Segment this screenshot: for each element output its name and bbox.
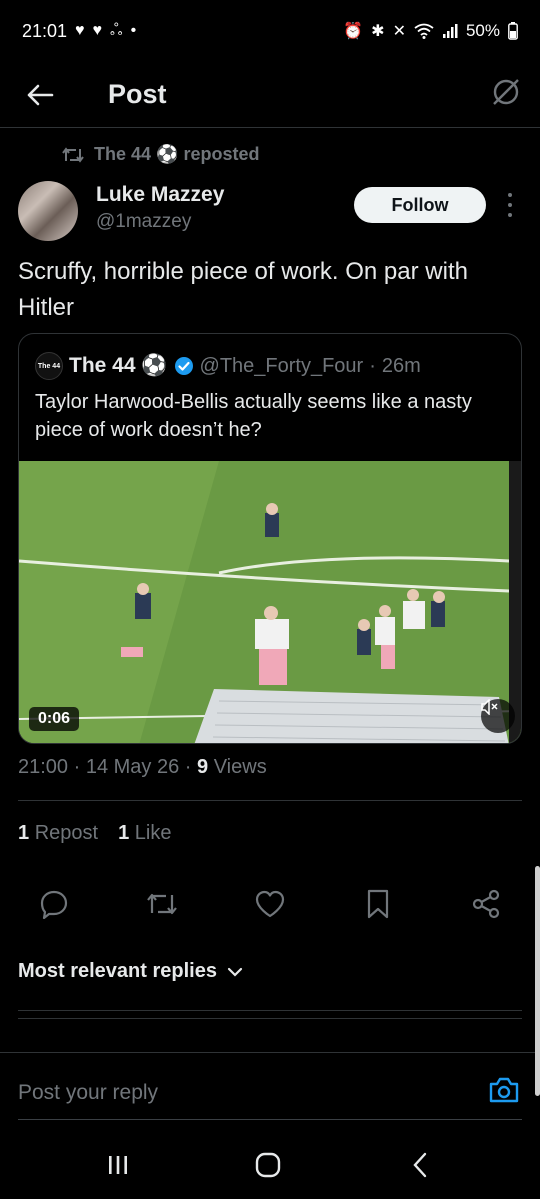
video-frame bbox=[19, 461, 521, 743]
more-dot-icon bbox=[508, 193, 512, 197]
reply-sort-dropdown[interactable]: Most relevant replies bbox=[18, 960, 243, 983]
reply-preview bbox=[18, 1036, 118, 1050]
page-title: Post bbox=[108, 79, 167, 109]
separator-dot: · bbox=[369, 354, 376, 377]
recent-apps-icon bbox=[109, 1156, 127, 1174]
retweet-icon bbox=[62, 146, 84, 163]
wifi-icon bbox=[414, 23, 434, 39]
post-meta: 21:00 · 14 May 26 · 9 Views bbox=[18, 756, 267, 779]
divider bbox=[18, 800, 522, 801]
chevron-down-icon bbox=[227, 967, 243, 977]
quoted-post[interactable]: The 44 The 44 ⚽ @The_Forty_Four · 26m Ta… bbox=[18, 333, 522, 744]
dot-icon: • bbox=[130, 22, 137, 39]
quoted-author-name: The 44 ⚽ bbox=[69, 354, 168, 377]
bookmark-icon bbox=[367, 889, 389, 919]
views-label: Views bbox=[213, 756, 267, 778]
back-nav-button[interactable] bbox=[400, 1148, 440, 1182]
reply-input[interactable] bbox=[18, 1073, 458, 1113]
post-header: Post bbox=[0, 62, 540, 128]
divider bbox=[18, 1010, 522, 1011]
mute-icon bbox=[481, 699, 498, 715]
battery-icon bbox=[508, 22, 518, 40]
battery-percent: 50% bbox=[465, 21, 500, 40]
reply-sort-label: Most relevant replies bbox=[18, 960, 217, 982]
reply-icon bbox=[40, 890, 68, 919]
like-icon bbox=[255, 890, 285, 918]
alarm-icon: ⏰ bbox=[343, 23, 364, 40]
arrow-left-icon bbox=[27, 84, 54, 105]
grok-icon bbox=[493, 79, 519, 105]
mute-status-icon: ✕ bbox=[392, 23, 406, 40]
separator-dot: · bbox=[73, 756, 86, 778]
author-name: Luke Mazzey bbox=[96, 183, 225, 206]
avatar[interactable] bbox=[18, 181, 78, 241]
quoted-post-text: Taylor Harwood-Bellis actually seems lik… bbox=[35, 391, 472, 441]
app-notification-icon: ஃ bbox=[110, 22, 123, 39]
reply-composer bbox=[0, 1052, 540, 1132]
reposts-count: 1 bbox=[18, 822, 30, 844]
post-time: 21:00 bbox=[18, 756, 69, 778]
post-date: 14 May 26 bbox=[85, 756, 180, 778]
bluetooth-icon: ✱ bbox=[371, 23, 385, 40]
separator-dot: · bbox=[184, 756, 198, 778]
heart-notification-icon: ♥ bbox=[75, 22, 85, 39]
camera-button[interactable] bbox=[488, 1076, 520, 1109]
action-bar bbox=[0, 878, 540, 930]
share-icon bbox=[472, 889, 500, 919]
grok-button[interactable] bbox=[490, 76, 522, 113]
recent-apps-button[interactable] bbox=[98, 1148, 138, 1182]
more-dot-icon bbox=[508, 213, 512, 217]
reply-input-underline bbox=[18, 1119, 522, 1120]
repost-indicator[interactable]: The 44 ⚽ reposted bbox=[62, 144, 259, 165]
quoted-author-handle: @The_Forty_Four bbox=[199, 354, 364, 377]
heart-notification-icon: ♥ bbox=[92, 22, 103, 39]
quoted-post-header: The 44 The 44 ⚽ @The_Forty_Four · 26m bbox=[35, 352, 421, 380]
more-dot-icon bbox=[508, 203, 512, 207]
post-text: Scruffy, horrible piece of work. On par … bbox=[18, 258, 468, 321]
verified-icon bbox=[174, 357, 193, 375]
quoted-post-age: 26m bbox=[381, 354, 421, 377]
home-button[interactable] bbox=[248, 1148, 288, 1182]
quoted-avatar[interactable]: The 44 bbox=[35, 352, 63, 380]
author-handle: @1mazzey bbox=[96, 211, 192, 232]
repost-text: The 44 ⚽ reposted bbox=[94, 144, 260, 164]
video-duration: 0:06 bbox=[29, 707, 80, 731]
divider bbox=[18, 1018, 522, 1019]
camera-icon bbox=[489, 1077, 519, 1103]
chevron-left-icon bbox=[413, 1152, 427, 1178]
reposts-label: Repost bbox=[34, 822, 99, 844]
system-nav-bar bbox=[0, 1132, 540, 1199]
follow-button[interactable]: Follow bbox=[354, 187, 486, 223]
video-player[interactable]: 0:06 bbox=[19, 461, 521, 743]
reply-button[interactable] bbox=[38, 888, 70, 920]
more-options-button[interactable] bbox=[500, 193, 520, 217]
scrollbar-thumb[interactable] bbox=[535, 866, 540, 1096]
repost-button[interactable] bbox=[146, 888, 178, 920]
views-count: 9 bbox=[197, 756, 209, 778]
likes-count: 1 bbox=[118, 822, 130, 844]
engagement-stats: 1 Repost 1 Like bbox=[18, 822, 171, 845]
back-button[interactable] bbox=[0, 83, 80, 107]
status-bar: 21:01 ♥ ♥ ஃ • ⏰ ✱ ✕ 50% bbox=[0, 0, 540, 62]
signal-icon bbox=[442, 24, 458, 38]
likes-stat[interactable]: 1 Like bbox=[118, 822, 171, 845]
home-icon bbox=[255, 1152, 281, 1178]
retweet-icon bbox=[147, 893, 177, 915]
bookmark-button[interactable] bbox=[362, 888, 394, 920]
mute-button[interactable] bbox=[481, 699, 515, 733]
reply-preview-glyph bbox=[18, 1049, 88, 1050]
reposts-stat[interactable]: 1 Repost bbox=[18, 822, 98, 845]
like-button[interactable] bbox=[254, 888, 286, 920]
likes-label: Like bbox=[134, 822, 172, 844]
share-button[interactable] bbox=[470, 888, 502, 920]
status-time: 21:01 bbox=[22, 20, 68, 41]
author-info[interactable]: Luke Mazzey @1mazzey bbox=[96, 183, 224, 233]
